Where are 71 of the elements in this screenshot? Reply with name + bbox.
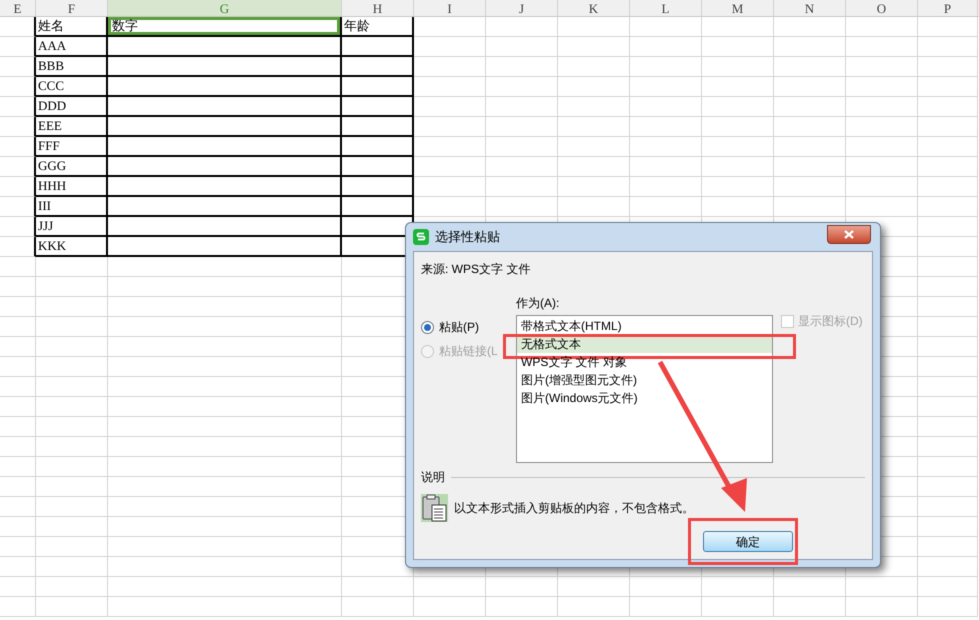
grid-cell[interactable] bbox=[108, 57, 342, 77]
table-cell[interactable]: CCC bbox=[36, 77, 108, 97]
dialog-title: 选择性粘贴 bbox=[435, 228, 500, 246]
table-cell[interactable]: JJJ bbox=[36, 217, 108, 237]
grid-cell[interactable] bbox=[342, 177, 414, 197]
table-cell[interactable]: EEE bbox=[36, 117, 108, 137]
table-cell[interactable]: 年龄 bbox=[342, 17, 414, 37]
grid-cell[interactable] bbox=[108, 237, 342, 257]
grid-cell[interactable] bbox=[0, 97, 36, 117]
app-logo-icon bbox=[413, 229, 429, 245]
grid-cell[interactable] bbox=[0, 137, 36, 157]
grid-cell[interactable] bbox=[342, 37, 414, 57]
table-cell[interactable]: BBB bbox=[36, 57, 108, 77]
grid-cell[interactable] bbox=[108, 137, 342, 157]
grid-cell[interactable] bbox=[108, 157, 342, 177]
table-cell[interactable]: FFF bbox=[36, 137, 108, 157]
table-cell[interactable]: KKK bbox=[36, 237, 108, 257]
grid-cell[interactable] bbox=[342, 117, 414, 137]
table-cell[interactable]: GGG bbox=[36, 157, 108, 177]
column-header[interactable]: E bbox=[0, 0, 36, 16]
grid-cell[interactable] bbox=[342, 137, 414, 157]
column-header[interactable]: I bbox=[414, 0, 486, 16]
description-text: 以文本形式插入剪贴板的内容，不包含格式。 bbox=[454, 500, 694, 517]
radio-option[interactable]: 粘贴(P) bbox=[421, 318, 516, 336]
format-list-item[interactable]: WPS文字 文件 对象 bbox=[517, 353, 772, 371]
grid-cell[interactable] bbox=[0, 157, 36, 177]
grid-cell[interactable] bbox=[342, 57, 414, 77]
grid-cell[interactable] bbox=[108, 177, 342, 197]
grid-cell[interactable] bbox=[108, 97, 342, 117]
grid-cell[interactable] bbox=[108, 117, 342, 137]
grid-cell[interactable] bbox=[0, 177, 36, 197]
grid-cell[interactable] bbox=[108, 37, 342, 57]
column-header[interactable]: L bbox=[630, 0, 702, 16]
grid-cell[interactable] bbox=[0, 17, 36, 37]
grid-cell[interactable] bbox=[342, 157, 414, 177]
column-header[interactable]: H bbox=[342, 0, 414, 16]
grid-cell[interactable] bbox=[0, 37, 36, 57]
column-header[interactable]: O bbox=[846, 0, 918, 16]
format-list-item[interactable]: 图片(增强型图元文件) bbox=[517, 371, 772, 389]
close-icon bbox=[844, 230, 854, 238]
format-list-item[interactable]: 图片(Windows元文件) bbox=[517, 389, 772, 407]
table-cell[interactable]: HHH bbox=[36, 177, 108, 197]
grid-cell[interactable] bbox=[0, 217, 36, 237]
table-cell[interactable]: 数字 bbox=[108, 17, 342, 37]
ok-button[interactable]: 确定 bbox=[703, 531, 793, 552]
source-label: 来源: WPS文字 文件 bbox=[421, 261, 532, 278]
description-label: 说明 bbox=[421, 469, 445, 486]
column-header[interactable]: M bbox=[702, 0, 774, 16]
table-cell[interactable]: 姓名 bbox=[36, 17, 108, 37]
grid-cell[interactable] bbox=[0, 117, 36, 137]
column-header[interactable]: J bbox=[486, 0, 558, 16]
grid-cell[interactable] bbox=[342, 77, 414, 97]
clipboard-icon bbox=[421, 494, 448, 522]
grid-cell[interactable] bbox=[342, 97, 414, 117]
column-header[interactable]: P bbox=[918, 0, 978, 16]
as-label: 作为(A): bbox=[516, 295, 560, 312]
format-list-item[interactable]: 带格式文本(HTML) bbox=[517, 317, 772, 335]
grid-cell[interactable] bbox=[0, 237, 36, 257]
column-header[interactable]: K bbox=[558, 0, 630, 16]
table-cell[interactable]: AAA bbox=[36, 37, 108, 57]
grid-cell[interactable] bbox=[108, 197, 342, 217]
table-cell[interactable]: III bbox=[36, 197, 108, 217]
table-cell[interactable]: DDD bbox=[36, 97, 108, 117]
close-button[interactable] bbox=[827, 224, 871, 244]
column-header[interactable]: N bbox=[774, 0, 846, 16]
grid-cell[interactable] bbox=[108, 77, 342, 97]
grid-cell[interactable] bbox=[0, 77, 36, 97]
grid-cell[interactable] bbox=[0, 57, 36, 77]
grid-cell[interactable] bbox=[0, 197, 36, 217]
grid-cell[interactable] bbox=[342, 197, 414, 217]
grid-cell[interactable] bbox=[108, 217, 342, 237]
